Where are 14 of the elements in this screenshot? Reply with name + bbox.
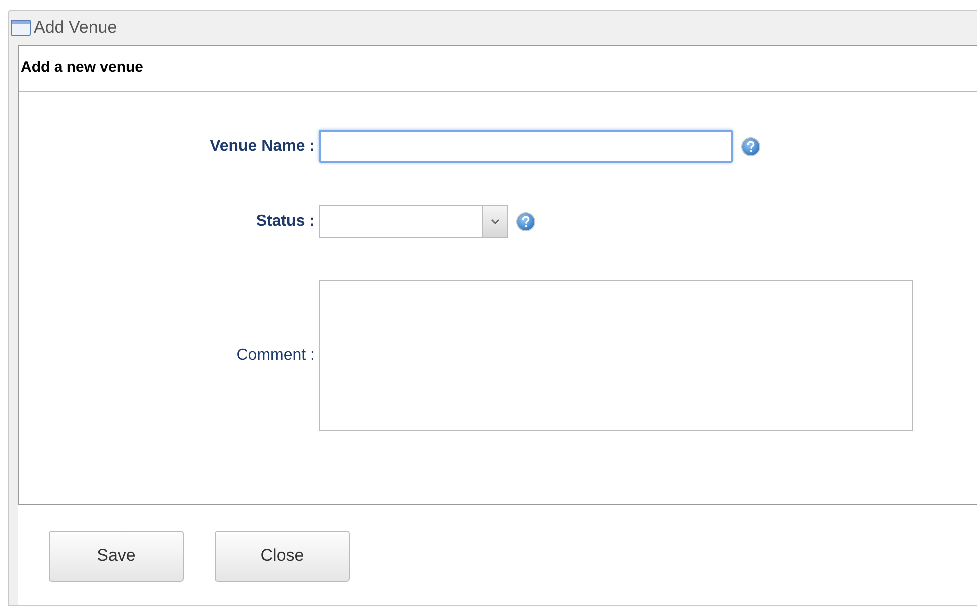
panel-heading: Add a new venue: [21, 58, 144, 78]
help-icon[interactable]: [516, 212, 536, 232]
chevron-down-icon: [490, 218, 500, 224]
dialog-button[interactable]: Close: [215, 530, 350, 582]
status-dropdown[interactable]: [319, 205, 508, 238]
field-label: Status :: [255, 212, 316, 232]
window-title: Add Venue: [34, 17, 118, 40]
window-icon: [11, 20, 31, 36]
field-label: Venue Name :: [209, 136, 316, 156]
help-icon[interactable]: [741, 136, 761, 156]
field-label: Comment :: [236, 346, 316, 366]
comment-field[interactable]: [319, 280, 913, 431]
dialog-button[interactable]: Save: [49, 530, 184, 582]
text-field[interactable]: [319, 130, 733, 163]
